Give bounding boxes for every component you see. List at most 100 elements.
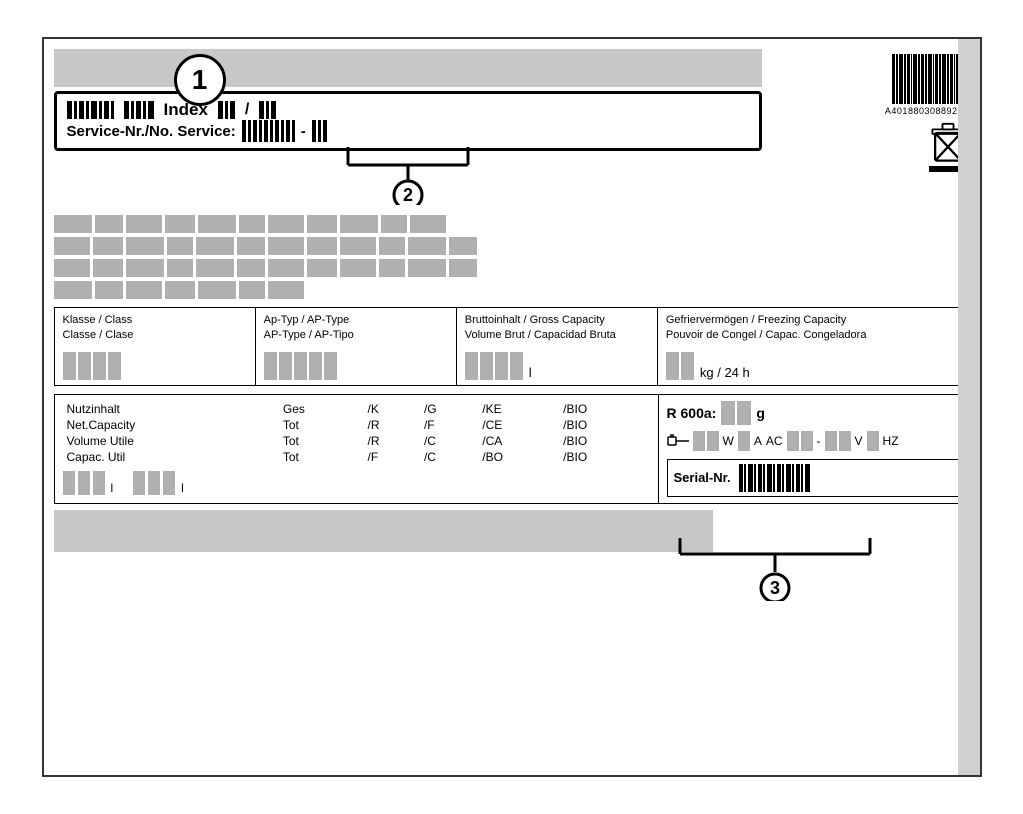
- table-row: Nutzinhalt Ges /K /G /KE /BIO: [63, 401, 650, 417]
- net-row-col3-3: /C: [420, 433, 478, 449]
- barcode-left-small: [67, 101, 114, 119]
- r600a-unit: g: [756, 405, 765, 421]
- spec-freezing-value: kg / 24 h: [666, 352, 961, 380]
- r600a-value-bars: [721, 401, 751, 425]
- plug-icon: [667, 433, 689, 449]
- net-row-col3-1: /G: [420, 401, 478, 417]
- barcode-index-right2: [259, 101, 276, 119]
- serial-label: Serial-Nr.: [674, 470, 731, 485]
- elec-bar-w: [693, 431, 719, 451]
- bracket3-svg: 3: [660, 536, 890, 601]
- bracket2-container: 2: [54, 145, 762, 205]
- net-row-col1-3: Tot: [279, 433, 364, 449]
- net-val-2: l: [133, 471, 184, 495]
- barcode-index-right: [218, 101, 235, 119]
- spec-aptype-label: Ap-Typ / AP-TypeAP-Type / AP-Tipo: [264, 313, 448, 344]
- net-row-col2-3: /R: [364, 433, 420, 449]
- net-row-col2-2: /R: [364, 417, 420, 433]
- net-row-label-3: Volume Utile: [63, 433, 279, 449]
- table-row: Net.Capacity Tot /R /F /CE /BIO: [63, 417, 650, 433]
- top-section: 1 Index /: [54, 49, 970, 209]
- r600a-label: R 600a:: [667, 405, 717, 421]
- net-val-1: l: [63, 471, 114, 495]
- net-row-label-2: Net.Capacity: [63, 417, 279, 433]
- spec-gross-label: Bruttoinhalt / Gross CapacityVolume Brut…: [465, 313, 649, 344]
- elec-line: W A AC - V HZ: [667, 431, 961, 451]
- info-box-line1: Index /: [67, 100, 749, 120]
- elec-bar-v2: [825, 431, 851, 451]
- service-label: Service-Nr./No. Service:: [67, 123, 236, 140]
- net-bottom-row: l l: [63, 471, 650, 495]
- net-row-col4-1: /KE: [478, 401, 559, 417]
- elec-a-label: A: [754, 434, 762, 448]
- elec-bar-hz: [867, 431, 879, 451]
- net-section: Nutzinhalt Ges /K /G /KE /BIO Net.Capaci…: [54, 394, 970, 504]
- stripe-row-2: [54, 237, 970, 255]
- net-row-col1-2: Tot: [279, 417, 364, 433]
- net-row-label-4: Capac. Util: [63, 449, 279, 465]
- svg-text:2: 2: [402, 185, 412, 205]
- spec-class-label: Klasse / ClassClasse / Clase: [63, 313, 247, 344]
- barcode-service: [242, 120, 295, 142]
- net-row-col1-4: Tot: [279, 449, 364, 465]
- net-left: Nutzinhalt Ges /K /G /KE /BIO Net.Capaci…: [55, 395, 659, 503]
- bracket2-svg: 2: [308, 145, 508, 205]
- elec-w-label: W: [723, 434, 734, 448]
- serial-barcode: [739, 464, 810, 492]
- elec-hz-label: HZ: [883, 434, 899, 448]
- elec-bar-a: [738, 431, 750, 451]
- spec-freezing-label: Gefriervermögen / Freezing CapacityPouvo…: [666, 313, 961, 344]
- r600a-line: R 600a: g: [667, 401, 961, 425]
- net-right: R 600a: g W: [659, 395, 969, 503]
- freezing-unit: kg / 24 h: [700, 365, 750, 380]
- elec-bar-v: [787, 431, 813, 451]
- info-box: Index / Service-Nr./No. Service: -: [54, 91, 762, 151]
- elec-ac-label: AC: [766, 434, 783, 448]
- elec-v-label: V: [855, 434, 863, 448]
- label-container: 1 Index /: [42, 37, 982, 777]
- svg-text:3: 3: [769, 578, 779, 598]
- circle-1: 1: [174, 54, 226, 106]
- table-row: Volume Utile Tot /R /C /CA /BIO: [63, 433, 650, 449]
- net-row-col5-1: /BIO: [559, 401, 649, 417]
- stripe-row-1: [54, 215, 970, 233]
- table-row: Capac. Util Tot /F /C /BO /BIO: [63, 449, 650, 465]
- net-row-label-1: Nutzinhalt: [63, 401, 279, 417]
- gross-unit: l: [529, 365, 532, 380]
- spec-col-freezing: Gefriervermögen / Freezing CapacityPouvo…: [658, 308, 969, 385]
- net-row-col4-4: /BO: [478, 449, 559, 465]
- specs-section: Klasse / ClassClasse / Clase Ap-Typ / AP…: [54, 307, 970, 386]
- stripe-row-4: [54, 281, 970, 299]
- net-row-col4-3: /CA: [478, 433, 559, 449]
- top-right-area: A4018803088927A: [770, 49, 970, 209]
- net-row-col5-4: /BIO: [559, 449, 649, 465]
- top-left-area: 1 Index /: [54, 49, 762, 209]
- net-row-col5-2: /BIO: [559, 417, 649, 433]
- net-row-col2-1: /K: [364, 401, 420, 417]
- serial-line: Serial-Nr.: [674, 464, 954, 492]
- spec-class-value: [63, 352, 247, 380]
- spec-col-gross: Bruttoinhalt / Gross CapacityVolume Brut…: [457, 308, 658, 385]
- spec-col-aptype: Ap-Typ / AP-TypeAP-Type / AP-Tipo: [256, 308, 457, 385]
- net-row-col1-1: Ges: [279, 401, 364, 417]
- barcode-service2: [312, 120, 327, 142]
- gray-bar-top: [54, 49, 762, 87]
- info-box-line2: Service-Nr./No. Service: -: [67, 120, 749, 142]
- net-row-col3-2: /F: [420, 417, 478, 433]
- spec-gross-value: l: [465, 352, 649, 380]
- striped-rows: [54, 215, 970, 299]
- net-capacity-table: Nutzinhalt Ges /K /G /KE /BIO Net.Capaci…: [63, 401, 650, 465]
- net-row-col3-4: /C: [420, 449, 478, 465]
- net-row-col2-4: /F: [364, 449, 420, 465]
- spec-col-class: Klasse / ClassClasse / Clase: [55, 308, 256, 385]
- stripe-row-3: [54, 259, 970, 277]
- barcode-left-small2: [124, 101, 154, 119]
- elec-dash: -: [817, 434, 821, 448]
- spec-aptype-value: [264, 352, 448, 380]
- net-row-col5-3: /BIO: [559, 433, 649, 449]
- bottom-section: 3: [54, 510, 970, 601]
- circle3-container: 3: [54, 536, 970, 601]
- right-sidebar-stripe: [958, 39, 980, 775]
- net-row-col4-2: /CE: [478, 417, 559, 433]
- serial-container: Serial-Nr.: [667, 459, 961, 497]
